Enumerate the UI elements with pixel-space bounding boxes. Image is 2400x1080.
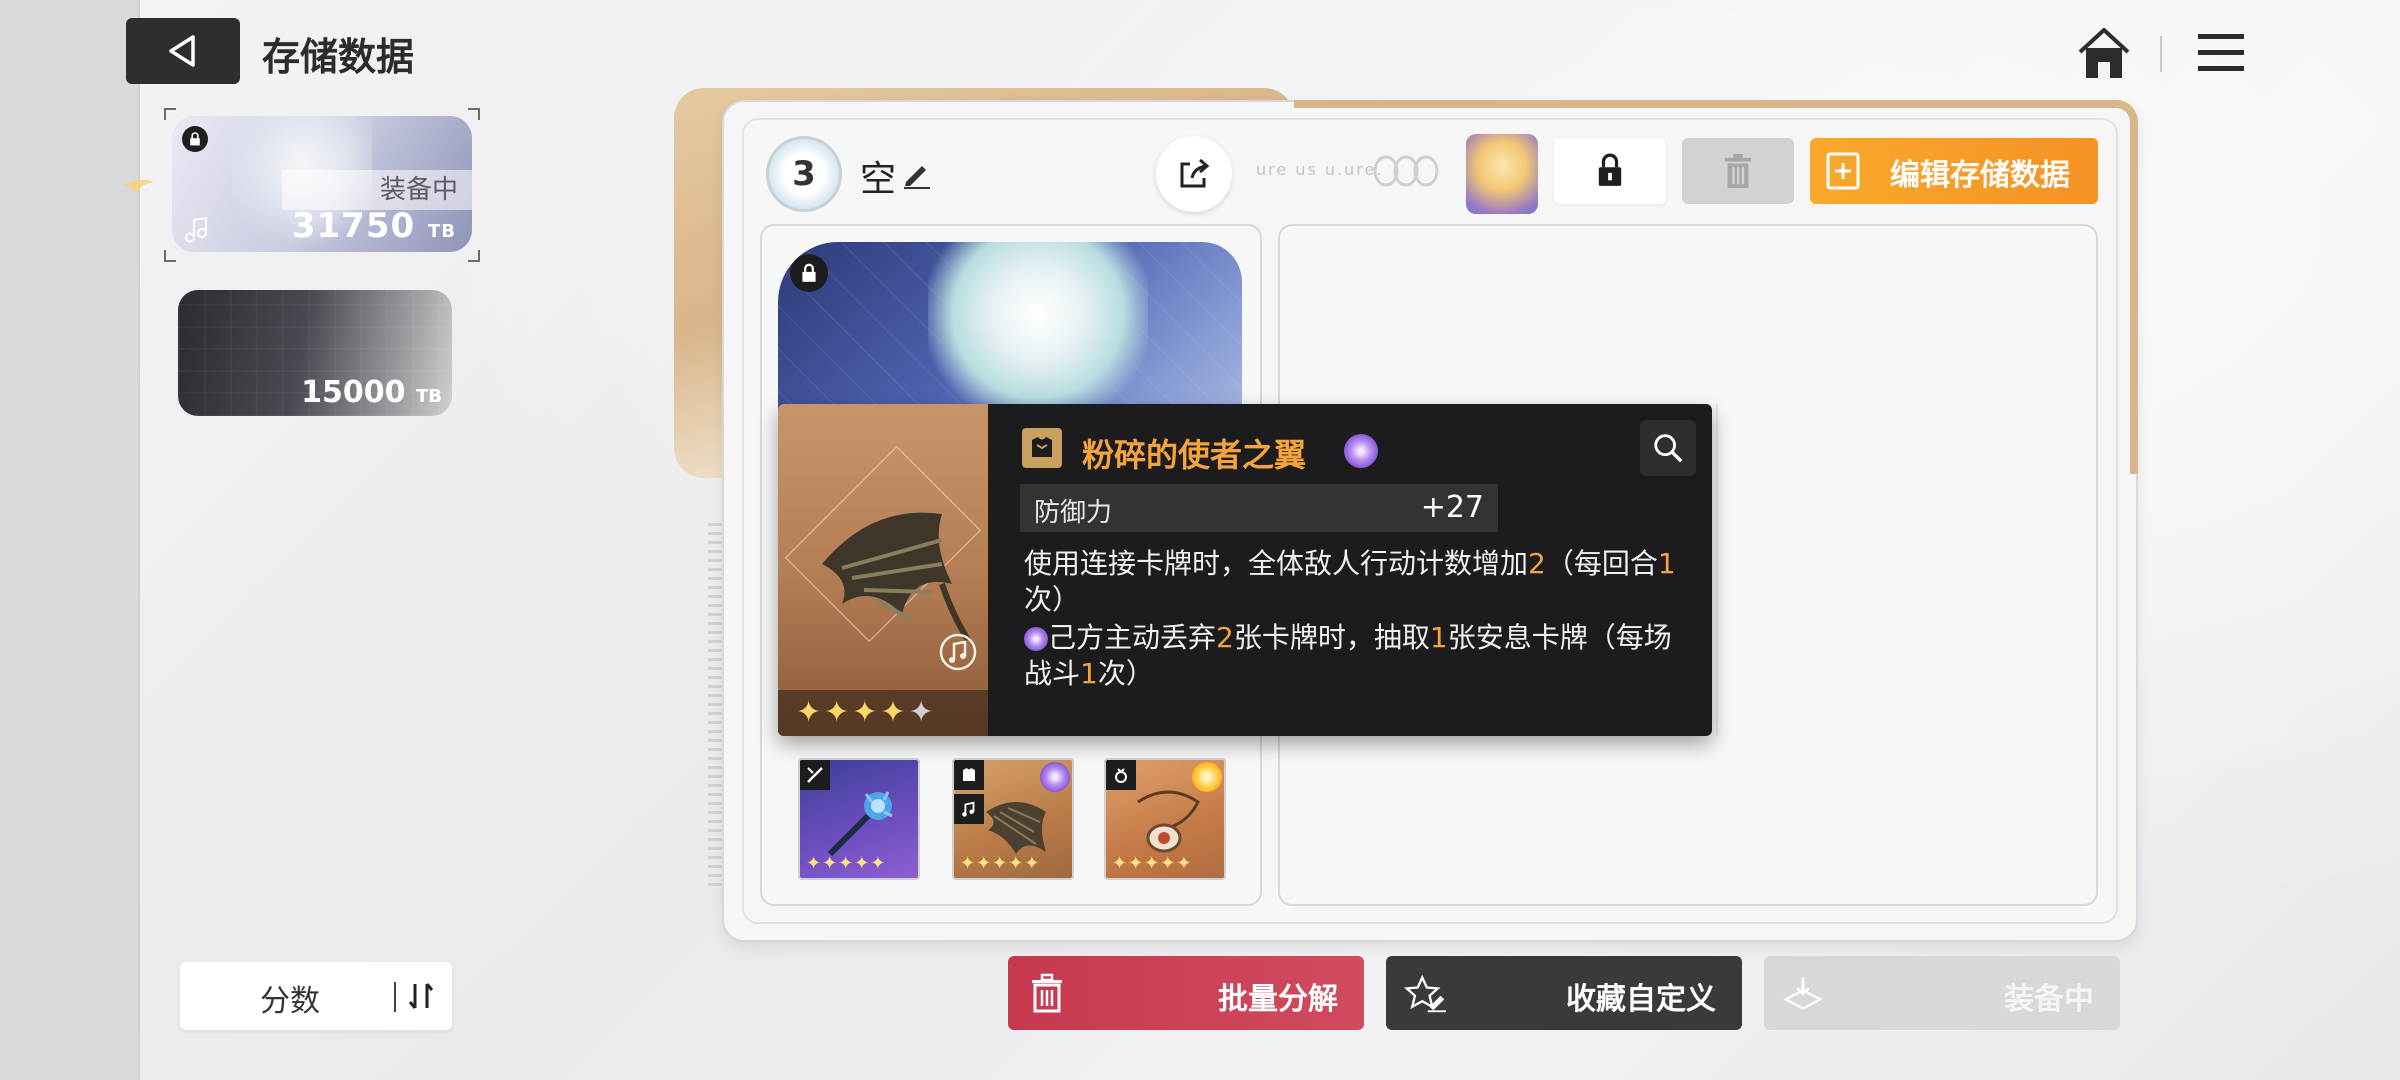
search-button[interactable] (1640, 420, 1696, 476)
home-icon[interactable] (2074, 24, 2134, 84)
menu-icon[interactable] (2196, 28, 2246, 78)
stat-value: +27 (1420, 490, 1484, 525)
lock-icon (790, 254, 828, 292)
armor-icon (1022, 428, 1062, 468)
item-image: ✦✦✦✦✦ (778, 404, 988, 736)
header-divider (2160, 36, 2162, 72)
music-note-icon (939, 633, 977, 671)
level-badge: 3 (766, 136, 842, 212)
rarity-stars: ✦✦✦✦✦ (778, 690, 988, 736)
equip-label: 装备中 (2004, 982, 2094, 1017)
favorite-custom-button[interactable]: 收藏自定义 (1386, 956, 1742, 1030)
equipment-slot-armor[interactable]: ✦✦✦✦✦ (952, 758, 1074, 880)
pencil-icon[interactable] (900, 158, 932, 190)
stat-label: 防御力 (1034, 498, 1113, 528)
music-note-icon (185, 216, 207, 243)
edit-save-button[interactable]: 编辑存储数据 (1810, 138, 2098, 204)
lock-icon (182, 126, 208, 152)
rarity-stars: ✦✦✦✦✦ (960, 853, 1041, 874)
faded-code-text: ure us u.ure. (1256, 160, 1384, 179)
save-slot-2[interactable]: 15000 TB (178, 290, 452, 416)
tooltip-edge (1712, 404, 1718, 736)
item-name: 粉碎的使者之翼 (1082, 436, 1307, 474)
weapon-staff-icon (827, 791, 893, 857)
back-arrow-icon (169, 35, 195, 67)
delete-button[interactable] (1682, 138, 1794, 204)
share-button[interactable] (1156, 136, 1232, 212)
batch-dismantle-button[interactable]: 批量分解 (1008, 956, 1364, 1030)
purple-orb-icon (1344, 434, 1378, 468)
rings-icon (1373, 155, 1439, 187)
rarity-stars: ✦✦✦✦✦ (806, 853, 887, 874)
item-tooltip: ✦✦✦✦✦ 粉碎的使者之翼 防御力 +27 使用连接卡牌时，全体敌人行动计数增加… (778, 404, 1712, 736)
favorite-custom-label: 收藏自定义 (1566, 982, 1716, 1017)
lock-button[interactable] (1554, 138, 1666, 204)
selected-star-icon (122, 179, 154, 194)
equipment-slot-accessory[interactable]: ✦✦✦✦✦ (1104, 758, 1226, 880)
share-icon (1180, 158, 1210, 188)
purple-orb-icon (1024, 627, 1048, 651)
page-title: 存储数据 (262, 35, 415, 79)
slot-score: 15000 TB (301, 375, 442, 410)
lock-icon (1598, 153, 1622, 186)
stat-row: 防御力 +27 (1020, 484, 1498, 532)
sort-divider (394, 982, 396, 1012)
equipment-slot-weapon[interactable]: ✦✦✦✦✦ (798, 758, 920, 880)
trash-icon (1032, 973, 1062, 1013)
save-slot-1[interactable]: 装备中 31750 TB (172, 116, 472, 252)
character-portrait (928, 242, 1148, 422)
edit-card-icon (1826, 152, 1860, 190)
item-effects: 使用连接卡牌时，全体敌人行动计数增加2（每回合1次） 己方主动丢弃2张卡牌时，抽… (1024, 546, 1684, 692)
search-icon (1654, 434, 1683, 463)
equip-button: 装备中 (1764, 956, 2120, 1030)
save-name: 空 (860, 159, 897, 200)
edit-save-label: 编辑存储数据 (1890, 158, 2070, 193)
star-edit-icon (1404, 974, 1446, 1013)
trash-icon (1724, 154, 1752, 188)
character-avatar[interactable] (1466, 134, 1538, 214)
slot-score: 31750 TB (291, 206, 456, 246)
batch-dismantle-label: 批量分解 (1218, 982, 1338, 1017)
effect-1: 使用连接卡牌时，全体敌人行动计数增加2（每回合1次） (1024, 547, 1676, 616)
rarity-stars: ✦✦✦✦✦ (1112, 853, 1193, 874)
sort-label: 分数 (260, 984, 320, 1019)
wing-icon (986, 802, 1046, 854)
sort-order-icon[interactable] (406, 980, 436, 1012)
equip-icon (1783, 977, 1823, 1010)
equipped-status: 装备中 (282, 170, 472, 210)
sort-button[interactable]: 分数 (180, 962, 452, 1030)
amulet-icon (1137, 790, 1200, 853)
back-button[interactable] (126, 18, 240, 84)
effect-2: 己方主动丢弃2张卡牌时，抽取1张安息卡牌（每场战斗1次） (1024, 621, 1672, 690)
left-edge-strip (0, 0, 140, 1080)
